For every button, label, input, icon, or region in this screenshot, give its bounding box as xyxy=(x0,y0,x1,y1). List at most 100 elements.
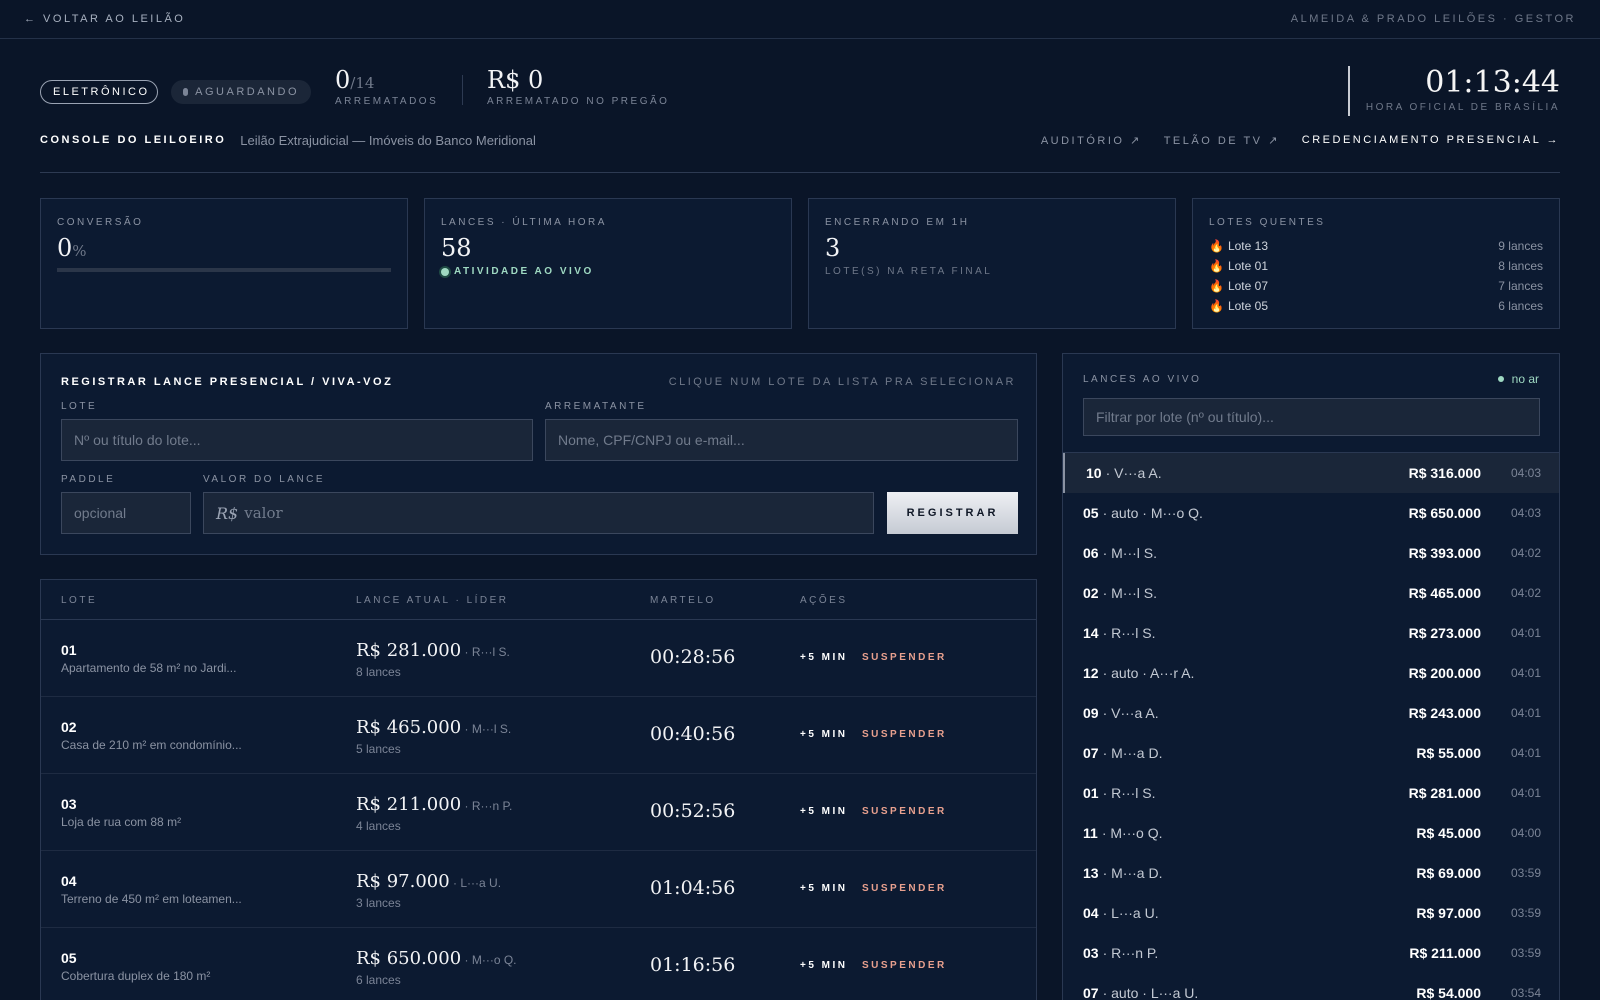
lot-description: Apartamento de 58 m² no Jardi... xyxy=(61,661,237,675)
sold-value: R$ 0 xyxy=(487,66,544,94)
lot-number: 02 xyxy=(61,719,77,735)
live-bid-row[interactable]: 12 · auto · A···r A. R$ 200.000 04:01 xyxy=(1063,653,1559,693)
live-bid-row[interactable]: 07 · auto · L···a U. R$ 54.000 03:54 xyxy=(1063,973,1559,1000)
live-bid-row[interactable]: 10 · V···a A. R$ 316.000 04:03 xyxy=(1063,453,1559,493)
live-bid-bidder: · R···l S. xyxy=(1102,625,1156,641)
lot-bid-count: 3 lances xyxy=(356,896,401,910)
live-bid-lot: 05 xyxy=(1083,505,1099,521)
lot-leader: · R···n P. xyxy=(461,799,513,813)
flame-icon: 🔥 xyxy=(1209,299,1224,313)
lot-current-bid-block: R$ 211.000 · R···n P. xyxy=(356,794,512,815)
extend-5min-button[interactable]: +5 MIN xyxy=(800,652,848,663)
table-row[interactable]: 04 Terreno de 450 m² em loteamen... R$ 97.… xyxy=(41,851,1036,928)
hot-lot-item[interactable]: 🔥 Lote 01 8 lances xyxy=(1209,256,1543,276)
live-bid-row[interactable]: 02 · M···l S. R$ 465.000 04:02 xyxy=(1063,573,1559,613)
live-bid-row[interactable]: 07 · M···a D. R$ 55.000 04:01 xyxy=(1063,733,1559,773)
hot-lot-item[interactable]: 🔥 Lote 13 9 lances xyxy=(1209,236,1543,256)
register-bid-form: REGISTRAR LANCE PRESENCIAL / VIVA-VOZ CL… xyxy=(40,353,1037,555)
brand-label: ALMEIDA & PRADO LEILÕES · GESTOR xyxy=(1290,13,1576,25)
live-bids-title: LANCES AO VIVO xyxy=(1083,373,1202,385)
live-bid-bidder: · M···l S. xyxy=(1102,545,1158,561)
conversion-value-block: 0% xyxy=(57,234,391,262)
live-bid-row[interactable]: 05 · auto · M···o Q. R$ 650.000 04:03 xyxy=(1063,493,1559,533)
extend-5min-button[interactable]: +5 MIN xyxy=(800,806,848,817)
suspend-button[interactable]: SUSPENDER xyxy=(862,883,947,894)
lot-description: Cobertura duplex de 180 m² xyxy=(61,969,211,983)
live-bid-amount: R$ 45.000 xyxy=(1416,825,1481,841)
live-bid-lot: 01 xyxy=(1083,785,1099,801)
register-button[interactable]: REGISTRAR xyxy=(887,492,1018,534)
status-pill-label: AGUARDANDO xyxy=(195,86,299,98)
hot-lot-name: Lote 05 xyxy=(1227,299,1268,313)
hot-lot-item[interactable]: 🔥 Lote 05 6 lances xyxy=(1209,296,1543,316)
lot-current-bid: R$ 97.000 xyxy=(356,871,450,892)
hot-lot-name-wrap: 🔥 Lote 13 xyxy=(1209,239,1268,253)
hot-lot-count: 6 lances xyxy=(1498,299,1543,313)
suspend-button[interactable]: SUSPENDER xyxy=(862,806,947,817)
on-air-dot-icon xyxy=(1497,376,1504,382)
hot-lot-item[interactable]: 🔥 Lote 07 7 lances xyxy=(1209,276,1543,296)
col-hammer: MARTELO xyxy=(650,595,716,606)
lot-input[interactable] xyxy=(61,419,533,461)
live-bid-amount: R$ 55.000 xyxy=(1416,745,1481,761)
live-bid-time: 04:03 xyxy=(1510,466,1541,480)
lot-bid-count: 6 lances xyxy=(356,973,401,987)
mode-pill: ELETRÔNICO xyxy=(40,80,158,104)
lot-description: Casa de 210 m² em condomínio... xyxy=(61,738,242,752)
extend-5min-button[interactable]: +5 MIN xyxy=(800,729,848,740)
closing-note: LOTE(S) NA RETA FINAL xyxy=(825,266,993,277)
lot-hammer-timer: 01:16:56 xyxy=(650,954,736,976)
lot-bid-count: 5 lances xyxy=(356,742,401,756)
live-bid-row[interactable]: 04 · L···a U. R$ 97.000 03:59 xyxy=(1063,893,1559,933)
lots-table: LOTE LANCE ATUAL · LÍDER MARTELO AÇÕES 0… xyxy=(40,579,1037,1000)
live-bid-bidder: · R···n P. xyxy=(1102,945,1159,961)
live-bid-lot: 02 xyxy=(1083,585,1099,601)
lot-bid-count: 4 lances xyxy=(356,819,401,833)
lot-current-bid-block: R$ 281.000 · R···l S. xyxy=(356,640,510,661)
live-bid-row[interactable]: 14 · R···l S. R$ 273.000 04:01 xyxy=(1063,613,1559,653)
table-row[interactable]: 05 Cobertura duplex de 180 m² R$ 650.000 ·… xyxy=(41,928,1036,1000)
event-title: Leilão Extrajudicial — Imóveis do Banco … xyxy=(240,132,536,148)
amount-field[interactable]: R$ xyxy=(203,492,874,534)
closing-title: ENCERRANDO EM 1H xyxy=(825,217,970,228)
live-bids-panel: LANCES AO VIVO no ar 10· V···a A.R$ 316.… xyxy=(1062,353,1560,1000)
flame-icon: 🔥 xyxy=(1209,259,1224,273)
live-bid-row[interactable]: 01 · R···l S. R$ 281.000 04:01 xyxy=(1063,773,1559,813)
live-bid-amount: R$ 211.000 xyxy=(1409,945,1481,961)
tv-screen-link[interactable]: TELÃO DE TV ↗ xyxy=(1164,134,1280,147)
paddle-label: PADDLE xyxy=(61,474,116,485)
live-bid-amount: R$ 316.000 xyxy=(1408,465,1481,481)
table-row[interactable]: 03 Loja de rua com 88 m² R$ 211.000 · R···… xyxy=(41,774,1036,851)
live-bid-row[interactable]: 13 · M···a D. R$ 69.000 03:59 xyxy=(1063,853,1559,893)
live-bid-row[interactable]: 03 · R···n P. R$ 211.000 03:59 xyxy=(1063,933,1559,973)
live-bid-row[interactable]: 06 · M···l S. R$ 393.000 04:02 xyxy=(1063,533,1559,573)
suspend-button[interactable]: SUSPENDER xyxy=(862,960,947,971)
bidder-input[interactable] xyxy=(545,419,1018,461)
hot-lot-count: 9 lances xyxy=(1498,239,1543,253)
amount-input[interactable] xyxy=(244,504,845,522)
hot-lots-list: 🔥 Lote 13 9 lances 🔥 Lote 01 8 lances 🔥 Lote 07… xyxy=(1209,236,1543,316)
col-current-bid: LANCE ATUAL · LÍDER xyxy=(356,595,509,606)
hot-lot-name-wrap: 🔥 Lote 01 xyxy=(1209,259,1268,273)
extend-5min-button[interactable]: +5 MIN xyxy=(800,960,848,971)
hot-lots-title: LOTES QUENTES xyxy=(1209,217,1326,228)
live-bid-row[interactable]: 11 · M···o Q. R$ 45.000 04:00 xyxy=(1063,813,1559,853)
auditorium-link[interactable]: AUDITÓRIO ↗ xyxy=(1041,134,1142,147)
suspend-button[interactable]: SUSPENDER xyxy=(862,729,947,740)
paddle-input[interactable] xyxy=(61,492,191,534)
suspend-button[interactable]: SUSPENDER xyxy=(862,652,947,663)
live-dot-icon xyxy=(441,267,449,276)
live-bid-bidder: · V···a A. xyxy=(1102,705,1159,721)
back-to-auction-link[interactable]: ← VOLTAR AO LEILÃO xyxy=(24,13,185,25)
live-bid-row[interactable]: 09 · V···a A. R$ 243.000 04:01 xyxy=(1063,693,1559,733)
header-divider xyxy=(462,75,463,105)
table-row[interactable]: 01 Apartamento de 58 m² no Jardi... R$ 281… xyxy=(41,620,1036,697)
table-row[interactable]: 02 Casa de 210 m² em condomínio... R$ 465.… xyxy=(41,697,1036,774)
live-bid-time: 04:01 xyxy=(1510,746,1541,760)
extend-5min-button[interactable]: +5 MIN xyxy=(800,883,848,894)
live-bids-filter-input[interactable] xyxy=(1083,398,1540,436)
live-bid-bidder: · auto · M···o Q. xyxy=(1102,505,1203,521)
live-bid-amount: R$ 650.000 xyxy=(1408,505,1481,521)
in-person-registration-link[interactable]: CREDENCIAMENTO PRESENCIAL → xyxy=(1302,134,1560,147)
live-bid-time: 04:01 xyxy=(1510,706,1541,720)
